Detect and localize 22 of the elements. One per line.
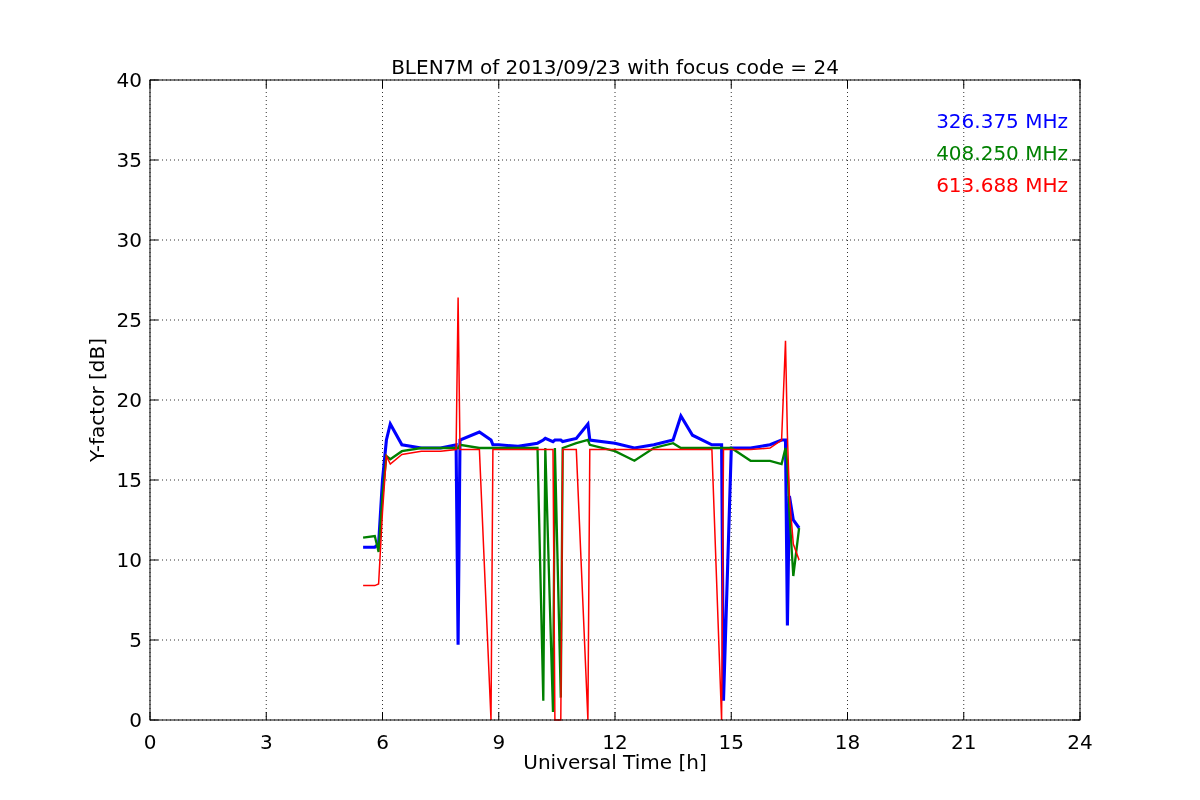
y-tick-label: 20 (116, 388, 142, 412)
x-tick-label: 6 (376, 730, 389, 754)
y-tick-label: 40 (116, 68, 142, 92)
legend-label: 326.375 MHz (936, 109, 1068, 133)
x-tick-label: 18 (834, 730, 861, 754)
y-axis-label: Y-factor [dB] (85, 338, 109, 462)
x-tick-label: 3 (259, 730, 273, 754)
chart-title: BLEN7M of 2013/09/23 with focus code = 24 (391, 55, 839, 79)
x-tick-label: 0 (143, 730, 157, 754)
y-tick-label: 35 (116, 148, 142, 172)
x-tick-label: 24 (1067, 730, 1093, 754)
legend-label: 408.250 MHz (936, 141, 1068, 165)
y-tick-label: 10 (116, 548, 142, 572)
y-tick-label: 15 (116, 468, 142, 492)
legend-label: 613.688 MHz (936, 173, 1068, 197)
y-tick-label: 25 (116, 308, 142, 332)
y-tick-label: 0 (129, 708, 142, 732)
x-tick-label: 15 (718, 730, 744, 754)
y-tick-label: 30 (116, 228, 142, 252)
y-tick-label: 5 (129, 628, 142, 652)
x-tick-label: 21 (951, 730, 977, 754)
x-tick-label: 9 (492, 730, 506, 754)
